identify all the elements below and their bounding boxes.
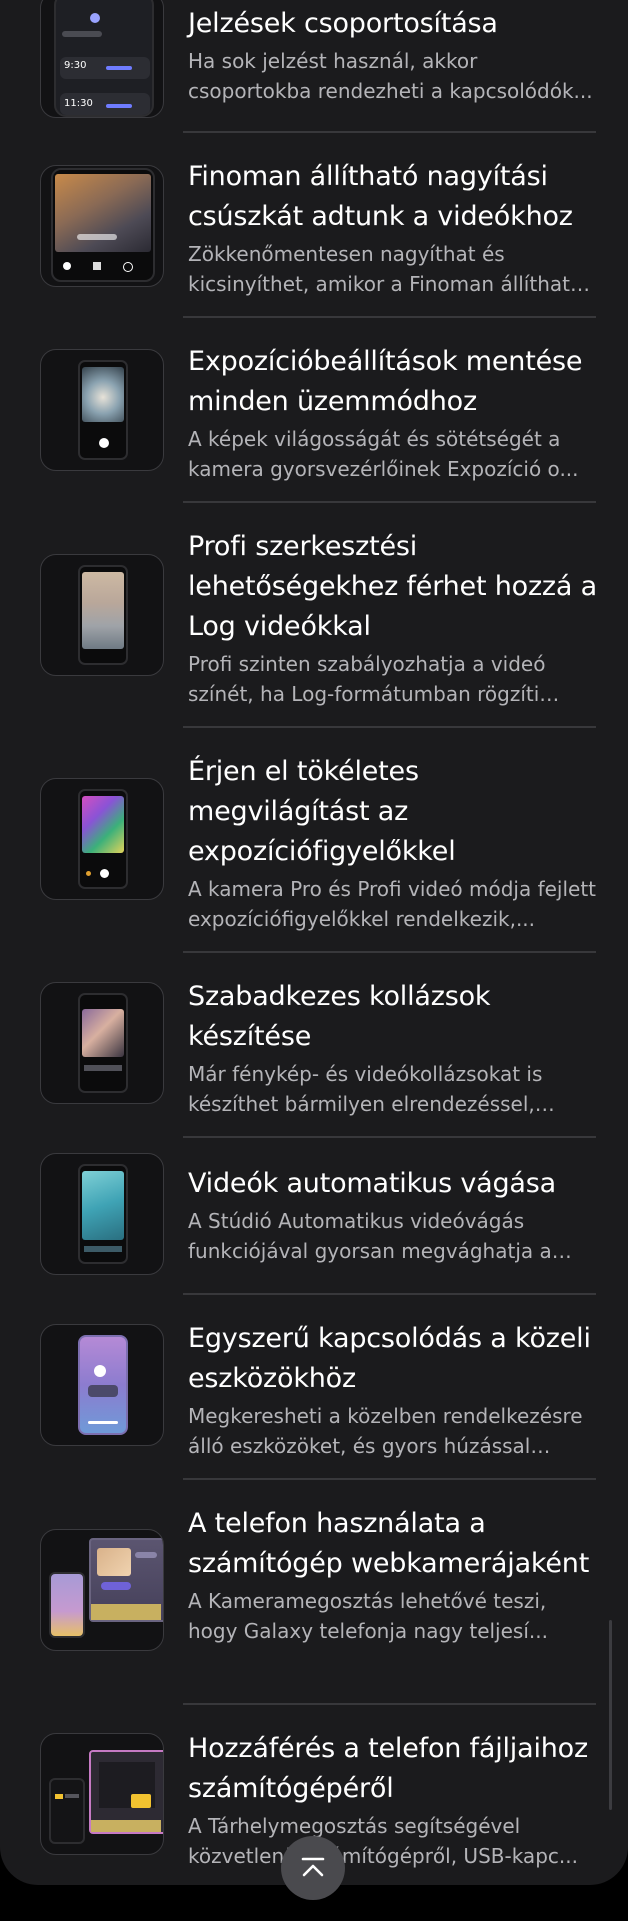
item-title: Finoman állítható nagyítási csúszkát adt… [188, 161, 573, 232]
item-description: A képek világosságát és sötétségét a kam… [188, 427, 579, 481]
item-title: A telefon használata a számítógép webkam… [188, 1508, 590, 1579]
thumbnail-time-1: 9:30 [64, 60, 87, 71]
list-item[interactable]: Szabadkezes kollázsok készítése Már fény… [0, 953, 628, 1138]
item-title: Érjen el tökéletes megvilágítást az expo… [188, 756, 456, 867]
feature-list-panel: 9:30 11:30 Jelzések csoportosítása Ha so… [0, 0, 628, 1885]
thumbnail-exposure-settings [40, 349, 164, 471]
thumbnail-time-2: 11:30 [64, 98, 93, 109]
thumbnail-collage [40, 982, 164, 1104]
item-description: A Kameramegosztás lehetővé teszi, hogy G… [188, 1589, 548, 1643]
list-item[interactable]: Expozícióbeállítások mentése minden üzem… [0, 318, 628, 503]
list-item[interactable]: 9:30 11:30 Jelzések csoportosítása Ha so… [0, 0, 628, 133]
list-item[interactable]: Egyszerű kapcsolódás a közeli eszközökhö… [0, 1295, 628, 1480]
item-description: Profi szinten szabályozhatja a videó szí… [188, 652, 546, 706]
scroll-to-top-button[interactable] [281, 1836, 345, 1900]
thumbnail-auto-trim [40, 1153, 164, 1275]
list-item[interactable]: A telefon használata a számítógép webkam… [0, 1480, 628, 1705]
item-title: Szabadkezes kollázsok készítése [188, 981, 491, 1052]
item-title: Hozzáférés a telefon fájljaihoz számítóg… [188, 1733, 588, 1804]
thumbnail-notification-groups: 9:30 11:30 [40, 0, 164, 118]
item-description: Már fénykép- és videókollázsokat is kész… [188, 1062, 543, 1116]
item-description: Megkeresheti a közelben rendelkezésre ál… [188, 1404, 583, 1458]
item-title: Jelzések csoportosítása [188, 8, 498, 39]
thumbnail-storage-share [40, 1733, 164, 1855]
thumbnail-nearby-devices [40, 1324, 164, 1446]
item-title: Egyszerű kapcsolódás a közeli eszközökhö… [188, 1323, 591, 1394]
item-title: Expozícióbeállítások mentése minden üzem… [188, 346, 583, 417]
thumbnail-exposure-monitors [40, 778, 164, 900]
chevron-up-icon [301, 1857, 325, 1877]
list-item[interactable]: Finoman állítható nagyítási csúszkát adt… [0, 133, 628, 318]
item-description: Zökkenőmentesen nagyíthat és kicsinyíthe… [188, 242, 583, 296]
list-item[interactable]: Videók automatikus vágása A Stúdió Autom… [0, 1138, 628, 1295]
thumbnail-zoom-slider [40, 165, 164, 287]
item-description: A kamera Pro és Profi videó módja fejlet… [188, 877, 597, 931]
thumbnail-log-video [40, 554, 164, 676]
list-item[interactable]: Érjen el tökéletes megvilágítást az expo… [0, 728, 628, 953]
item-description: A Tárhelymegosztás segítségével közvetle… [188, 1814, 578, 1868]
item-description: A Stúdió Automatikus videóvágás funkciój… [188, 1209, 552, 1263]
list-item[interactable]: Profi szerkesztési lehetőségekhez férhet… [0, 503, 628, 728]
item-title: Videók automatikus vágása [188, 1168, 556, 1199]
item-description: Ha sok jelzést használ, akkor csoportokb… [188, 49, 593, 103]
thumbnail-webcam [40, 1529, 164, 1651]
item-title: Profi szerkesztési lehetőségekhez férhet… [188, 531, 597, 642]
scrollbar[interactable] [609, 1620, 612, 1810]
